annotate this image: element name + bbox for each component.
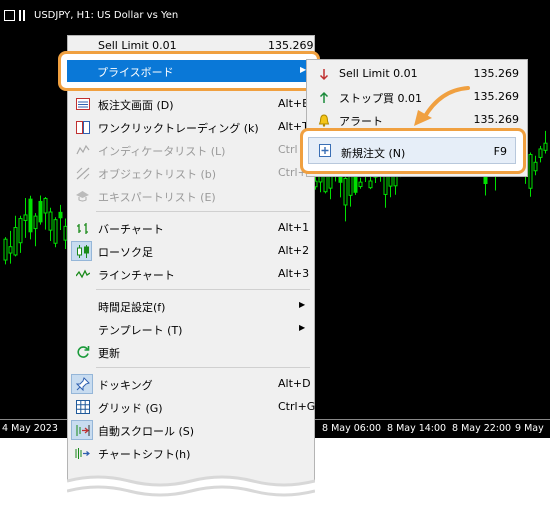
grid-icon <box>75 400 90 414</box>
candle-body <box>528 154 533 189</box>
candle-body <box>13 227 18 256</box>
menu-item-price-board[interactable]: プライスボード ▶ <box>67 60 311 82</box>
time-label: 8 May 14:00 <box>387 423 447 434</box>
bar-chart-icon <box>19 9 30 21</box>
order-board-icon <box>75 97 90 111</box>
chart-title: USDJPY, H1: US Dollar vs Yen <box>34 9 179 21</box>
time-label: 4 May 2023 <box>2 423 58 434</box>
new-order-callout: 新規注文 (N) F9 <box>300 128 526 174</box>
candle-body <box>23 214 28 221</box>
candlestick-icon <box>75 244 90 258</box>
menu-item-refresh[interactable]: 更新 <box>68 341 314 363</box>
chart-title-bar: USDJPY, H1: US Dollar vs Yen <box>4 8 178 22</box>
candle-body <box>33 215 38 230</box>
candle-body <box>8 246 13 254</box>
menu-separator <box>96 289 310 290</box>
time-label: 8 May 22:00 <box>452 423 512 434</box>
menu-item-order-board[interactable]: 板注文画面 (D) Alt+B <box>68 93 314 115</box>
menu-item-sell-limit[interactable]: Sell Limit 0.01 135.269 <box>68 38 314 52</box>
menu-item-chart-shift[interactable]: チャートシフト(h) <box>68 442 314 464</box>
candle-body <box>53 219 58 244</box>
candle-body <box>358 181 363 188</box>
menu-item-candlestick[interactable]: ローソク足 Alt+2 <box>68 240 314 262</box>
menu-item-bar-chart[interactable]: バーチャート Alt+1 <box>68 217 314 239</box>
submenu-item-sell-limit[interactable]: Sell Limit 0.01 135.269 <box>307 63 527 85</box>
candle-body <box>43 197 48 214</box>
menu-separator <box>96 367 310 368</box>
submenu-arrow-icon: ▶ <box>299 323 306 332</box>
chart-shift-icon <box>75 446 90 460</box>
menu-item-object-list[interactable]: オブジェクトリスト (b) Ctrl+B <box>68 162 314 184</box>
menu-item-docking[interactable]: ドッキング Alt+D <box>68 373 314 395</box>
menu-item-one-click-trading[interactable]: ワンクリックトレーディング (k) Alt+T <box>68 116 314 138</box>
candle-body <box>28 198 33 233</box>
line-chart-icon <box>75 267 90 281</box>
one-click-trading-icon <box>75 120 90 134</box>
indicator-icon <box>75 143 90 157</box>
menu-separator <box>96 211 310 212</box>
highlight-callout: プライスボード ▶ <box>58 51 320 91</box>
object-list-icon <box>75 166 90 180</box>
candle-body <box>58 211 63 219</box>
sell-limit-icon <box>317 67 331 81</box>
time-label: 9 May <box>515 423 544 434</box>
submenu-arrow-icon: ▶ <box>299 300 306 309</box>
candle-body <box>538 148 543 158</box>
candle-body <box>368 180 373 189</box>
bar-chart-icon <box>75 221 90 235</box>
chart-context-menu: Sell Limit 0.01 135.269 板注文画面 (D) Alt+B … <box>67 35 315 500</box>
menu-item-grid[interactable]: グリッド (G) Ctrl+G <box>68 396 315 418</box>
candle-body <box>48 211 53 231</box>
new-order-icon <box>319 144 331 157</box>
auto-scroll-icon <box>75 423 90 437</box>
menu-item-expert-list[interactable]: エキスパートリスト (E) <box>68 185 314 207</box>
refresh-icon <box>75 345 90 359</box>
candle-body <box>533 161 538 172</box>
candle-body <box>38 200 43 223</box>
callout-arrow-icon <box>414 86 470 126</box>
candle-body <box>343 177 348 206</box>
submenu-item-new-order[interactable]: 新規注文 (N) F9 <box>308 137 516 164</box>
candle-body <box>18 218 23 244</box>
menu-item-timeframe[interactable]: 時間足設定(f) ▶ <box>68 295 314 317</box>
candle-body <box>543 142 548 151</box>
menu-item-line-chart[interactable]: ラインチャート Alt+3 <box>68 263 314 285</box>
candle-body <box>3 238 8 261</box>
chart-menu-icon[interactable] <box>4 9 15 21</box>
menu-item-auto-scroll[interactable]: 自動スクロール (S) <box>68 419 314 441</box>
expert-hat-icon <box>75 189 90 203</box>
menu-item-indicator-list[interactable]: インディケータリスト (L) Ctrl <box>68 139 314 161</box>
time-label: 8 May 06:00 <box>322 423 382 434</box>
menu-torn-edge <box>67 475 315 508</box>
buy-stop-icon <box>317 90 331 104</box>
bell-icon <box>317 113 331 127</box>
menu-item-template[interactable]: テンプレート (T) ▶ <box>68 318 314 340</box>
pin-icon <box>75 377 90 391</box>
